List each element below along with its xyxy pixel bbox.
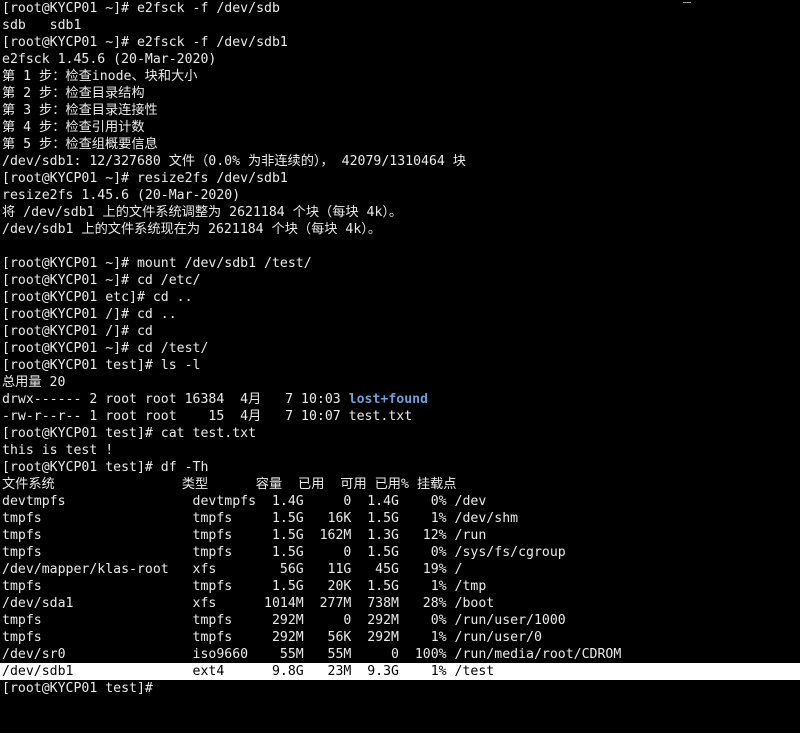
df-row: tmpfs tmpfs 292M 56K 292M 1% /run/user/0 bbox=[2, 630, 542, 645]
df-row: /dev/sda1 xfs 1014M 277M 738M 28% /boot bbox=[2, 596, 495, 611]
terminal-line: [root@KYCP01 ~]# cd /etc/ bbox=[2, 273, 201, 288]
terminal-line: 第 3 步：检查目录连接性 bbox=[2, 103, 158, 118]
df-row: tmpfs tmpfs 292M 0 292M 0% /run/user/100… bbox=[2, 613, 566, 628]
df-row: devtmpfs devtmpfs 1.4G 0 1.4G 0% /dev bbox=[2, 494, 487, 509]
df-row: /dev/sr0 iso9660 55M 55M 0 100% /run/med… bbox=[2, 647, 622, 662]
terminal-line: [root@KYCP01 ~]# e2fsck -f /dev/sdb bbox=[2, 1, 280, 16]
df-row: tmpfs tmpfs 1.5G 162M 1.3G 12% /run bbox=[2, 528, 487, 543]
terminal-line: /dev/sdb1 上的文件系统现在为 2621184 个块（每块 4k）。 bbox=[2, 222, 382, 237]
terminal-line: [root@KYCP01 ~]# e2fsck -f /dev/sdb1 bbox=[2, 35, 288, 50]
terminal-line: 将 /dev/sdb1 上的文件系统调整为 2621184 个块（每块 4k）。 bbox=[2, 205, 403, 220]
shell-prompt: [root@KYCP01 test]# bbox=[2, 681, 161, 696]
terminal-line: [root@KYCP01 test]# df -Th bbox=[2, 460, 209, 475]
prompt-line[interactable]: [root@KYCP01 test]# bbox=[0, 680, 800, 697]
terminal-line: [root@KYCP01 ~]# resize2fs /dev/sdb1 bbox=[2, 171, 288, 186]
terminal-line: /dev/sdb1: 12/327680 文件（0.0% 为非连续的）， 420… bbox=[2, 154, 466, 169]
directory-name: lost+found bbox=[348, 392, 429, 407]
file-name: test.txt bbox=[348, 409, 413, 424]
df-row: /dev/mapper/klas-root xfs 56G 11G 45G 19… bbox=[2, 562, 463, 577]
terminal-line: this is test ! bbox=[2, 443, 114, 458]
df-row: tmpfs tmpfs 1.5G 0 1.5G 0% /sys/fs/cgrou… bbox=[2, 545, 566, 560]
ls-entry-prefix: -rw-r--r-- 1 root root 15 4月 7 10:07 bbox=[2, 409, 349, 424]
terminal-line: sdb sdb1 bbox=[2, 18, 82, 33]
terminal-line: 第 5 步：检查组概要信息 bbox=[2, 137, 158, 152]
terminal-line: [root@KYCP01 etc]# cd .. bbox=[2, 290, 193, 305]
terminal-line: 第 1 步：检查inode、块和大小 bbox=[2, 69, 198, 84]
terminal-line: [root@KYCP01 /]# cd .. bbox=[2, 307, 177, 322]
ls-entry-test-txt: -rw-r--r-- 1 root root 15 4月 7 10:07 tes… bbox=[0, 408, 800, 425]
terminal-line: [root@KYCP01 ~]# cd /test/ bbox=[2, 341, 209, 356]
top-cursor-mark bbox=[683, 2, 691, 3]
df-row: tmpfs tmpfs 1.5G 20K 1.5G 1% /tmp bbox=[2, 579, 487, 594]
df-header: 文件系统 类型 容量 已用 可用 已用% 挂载点 bbox=[2, 477, 457, 492]
terminal-line: 总用量 20 bbox=[2, 375, 66, 390]
ls-entry-prefix: drwx------ 2 root root 16384 4月 7 10:03 bbox=[2, 392, 349, 407]
terminal-line: [root@KYCP01 /]# cd bbox=[2, 324, 153, 339]
df-row-selected[interactable]: /dev/sdb1 ext4 9.8G 23M 9.3G 1% /test bbox=[0, 663, 800, 680]
df-row: tmpfs tmpfs 1.5G 16K 1.5G 1% /dev/shm bbox=[2, 511, 519, 526]
text-cursor bbox=[160, 680, 169, 695]
terminal-window[interactable]: [root@KYCP01 ~]# e2fsck -f /dev/sdb sdb … bbox=[0, 0, 800, 733]
terminal-line: [root@KYCP01 test]# cat test.txt bbox=[2, 426, 257, 441]
ls-entry-lost-found: drwx------ 2 root root 16384 4月 7 10:03 … bbox=[0, 391, 800, 408]
terminal-line: 第 4 步：检查引用计数 bbox=[2, 120, 145, 135]
terminal-line: [root@KYCP01 test]# ls -l bbox=[2, 358, 201, 373]
terminal-line: 第 2 步：检查目录结构 bbox=[2, 86, 145, 101]
terminal-line: resize2fs 1.45.6 (20-Mar-2020) bbox=[2, 188, 241, 203]
terminal-line: e2fsck 1.45.6 (20-Mar-2020) bbox=[2, 52, 217, 67]
terminal-line: [root@KYCP01 ~]# mount /dev/sdb1 /test/ bbox=[2, 256, 312, 271]
